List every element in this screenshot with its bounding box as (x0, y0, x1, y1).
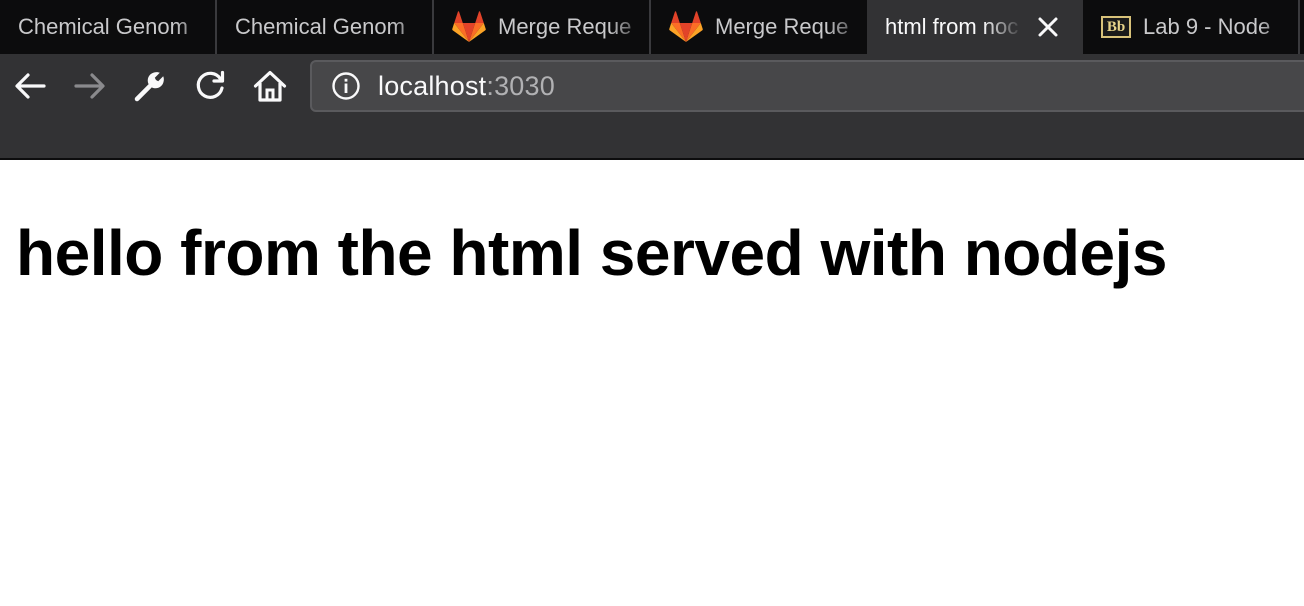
forward-button[interactable] (68, 66, 112, 110)
tab-html-from-node[interactable]: html from noc (867, 0, 1083, 54)
tab-merge-request-1[interactable]: Merge Reque (434, 0, 649, 54)
gitlab-icon (452, 11, 486, 43)
tools-button[interactable] (128, 66, 172, 110)
gitlab-icon (669, 11, 703, 43)
close-icon[interactable] (1033, 12, 1063, 42)
tab-merge-request-2[interactable]: Merge Reque (651, 0, 867, 54)
url-port: :3030 (486, 70, 555, 101)
navigation-toolbar: localhost:3030 (0, 54, 1304, 160)
tab-title: Lab 9 - Node (1143, 14, 1271, 39)
tab-strip: Chemical Genom Chemical Genom Merge Requ… (0, 0, 1304, 54)
back-button[interactable] (8, 66, 52, 110)
info-icon[interactable] (328, 68, 364, 104)
page-heading: hello from the html served with nodejs (16, 217, 1167, 289)
wrench-icon (133, 69, 167, 108)
url-bar[interactable]: localhost:3030 (310, 60, 1304, 112)
blackboard-icon: Bb (1101, 16, 1131, 38)
tab-title: Chemical Genom (18, 14, 188, 39)
page-content: hello from the html served with nodejs (0, 160, 1304, 606)
tab-chemical-genomics-1[interactable]: Chemical Genom (0, 0, 215, 54)
home-icon (252, 68, 288, 109)
forward-arrow-icon (72, 68, 108, 109)
back-arrow-icon (12, 68, 48, 109)
tab-separator (1298, 0, 1300, 54)
url-text[interactable]: localhost:3030 (378, 71, 555, 102)
reload-icon (192, 68, 228, 109)
tab-chemical-genomics-2[interactable]: Chemical Genom (217, 0, 432, 54)
tab-lab-9-node[interactable]: Bb Lab 9 - Node (1083, 0, 1298, 54)
url-host: localhost (378, 70, 487, 101)
reload-button[interactable] (188, 66, 232, 110)
home-button[interactable] (248, 66, 292, 110)
tab-title: Chemical Genom (235, 14, 405, 39)
